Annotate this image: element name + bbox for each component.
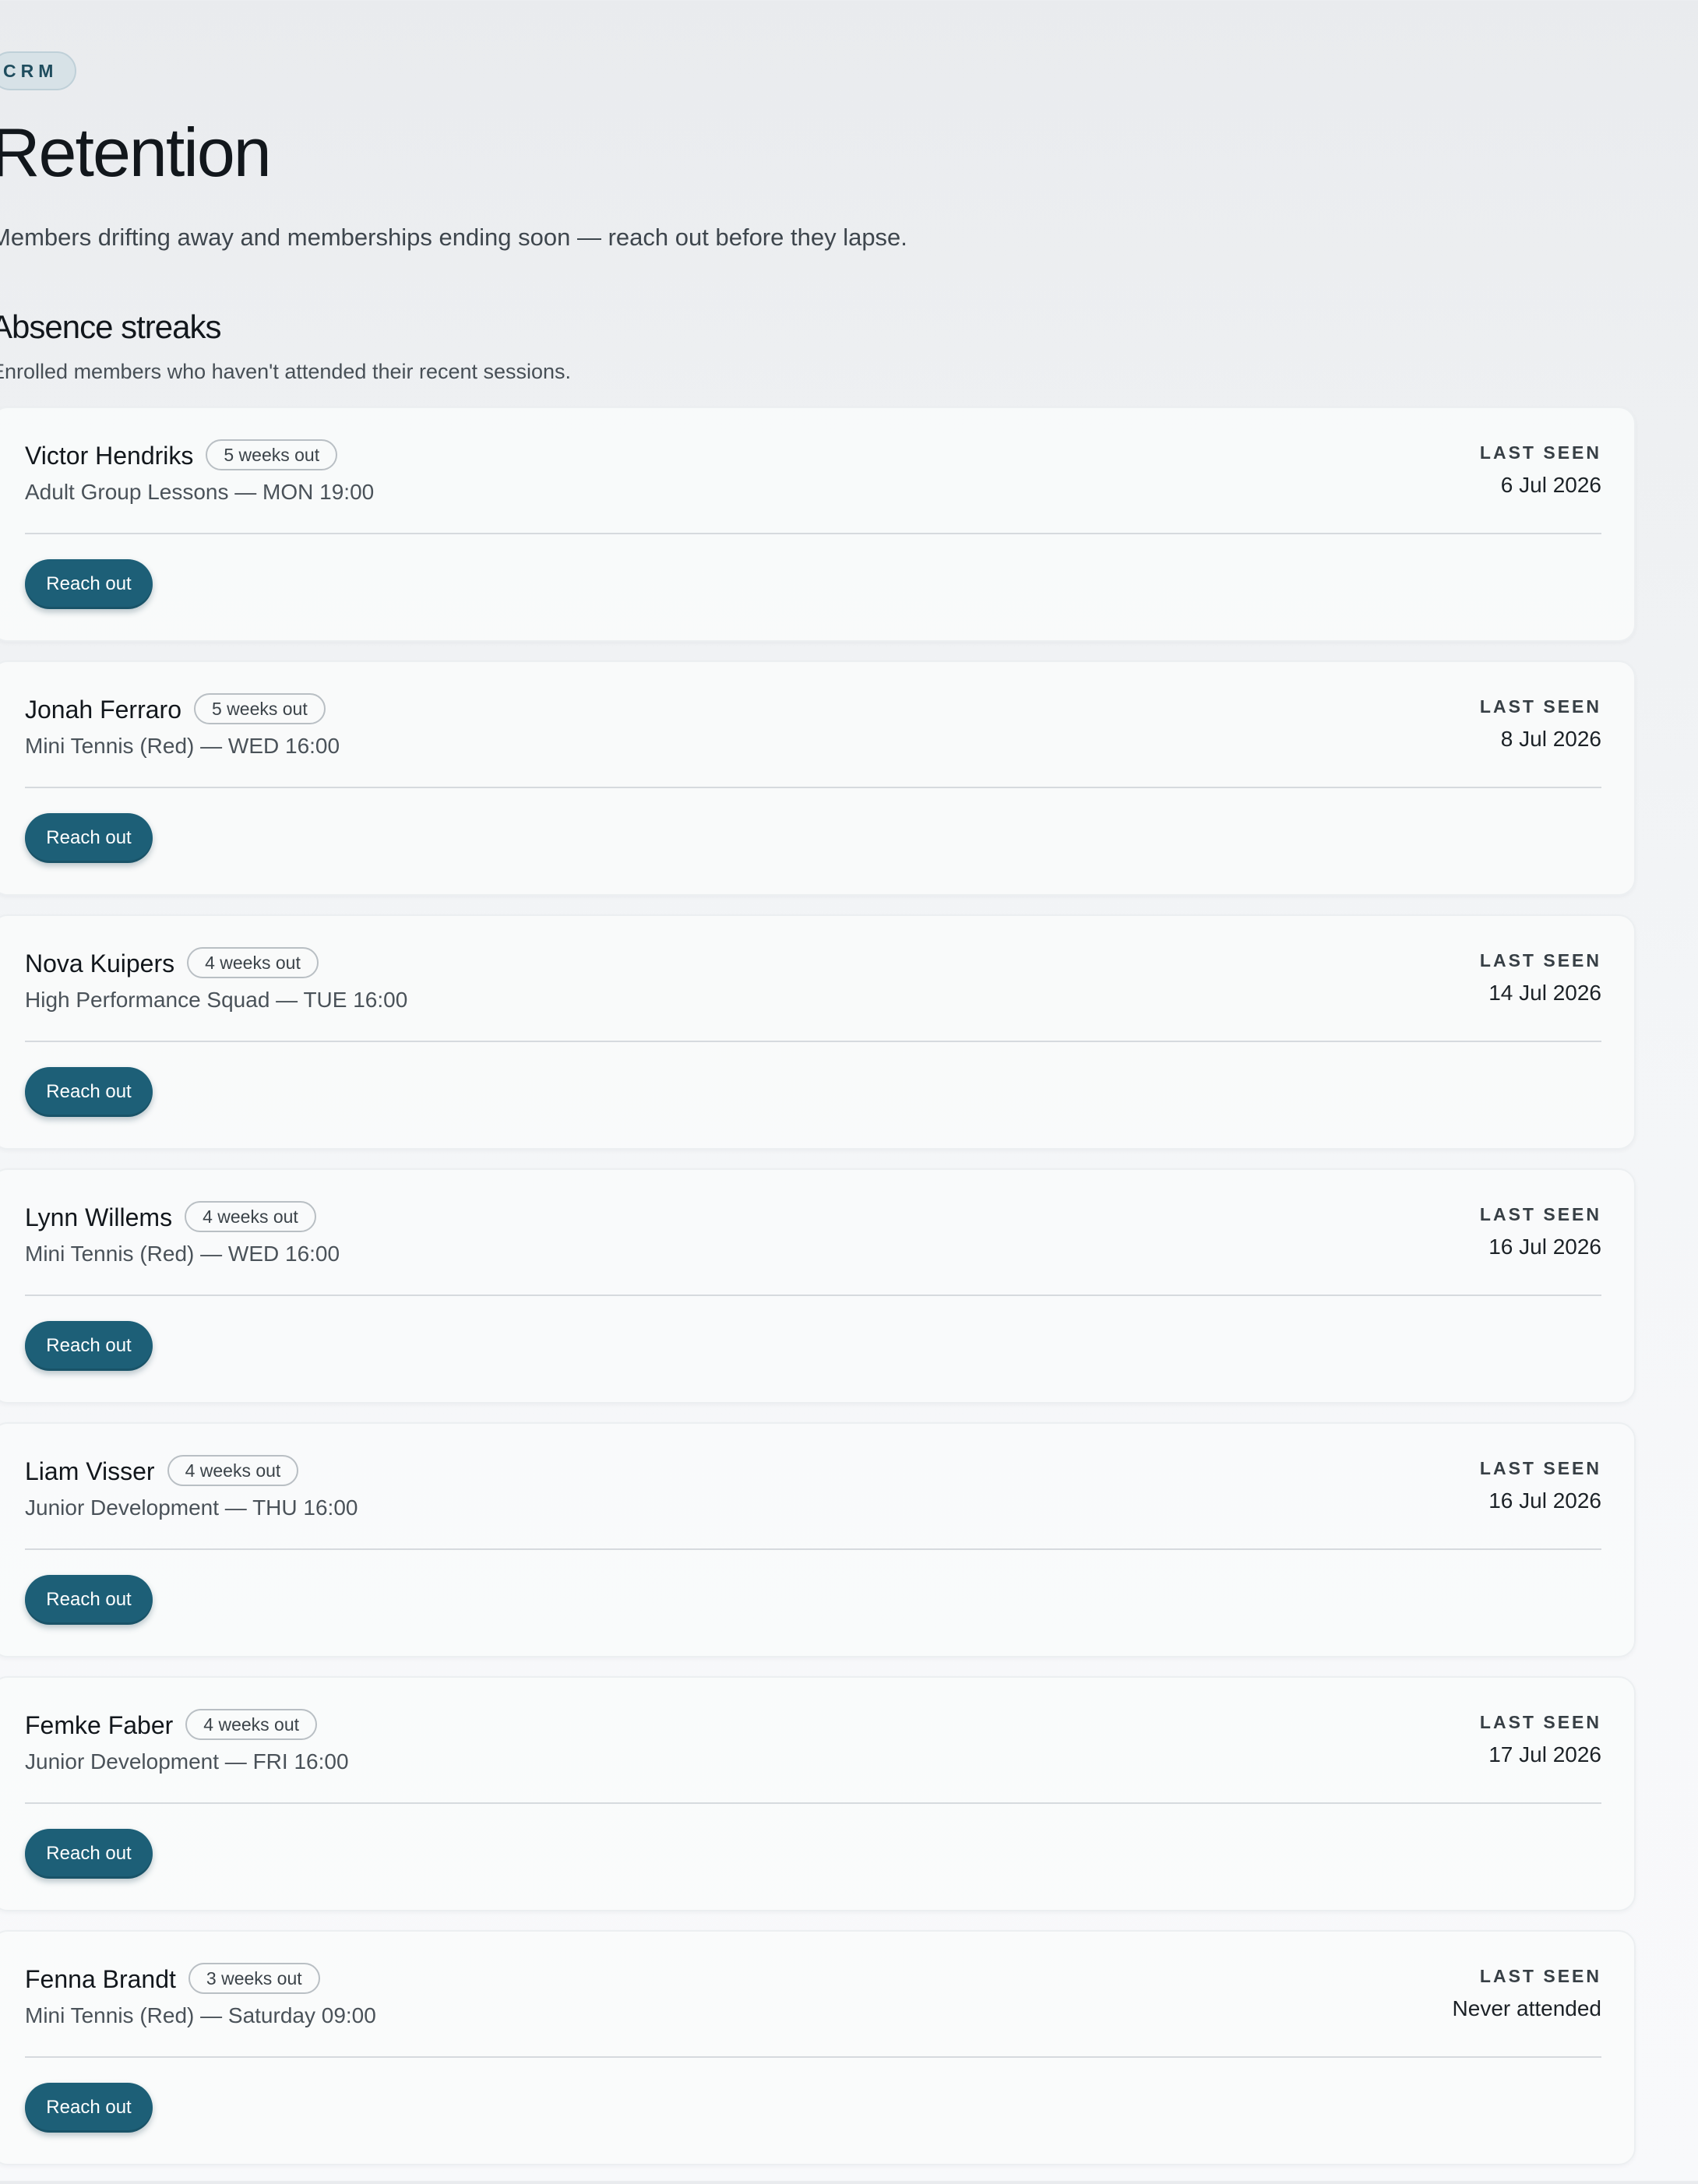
weeks-out-badge: 5 weeks out xyxy=(193,693,326,724)
last-seen-label: LAST SEEN xyxy=(1479,442,1601,463)
last-seen-date: 8 Jul 2026 xyxy=(1500,727,1601,751)
absence-streak-list: Victor Hendriks 5 weeks out Adult Group L… xyxy=(0,407,1636,2184)
last-seen: LAST SEEN 17 Jul 2026 xyxy=(1480,1712,1601,1767)
member-card: Jonah Ferraro 5 weeks out Mini Tennis (Re… xyxy=(0,660,1636,896)
weeks-out-badge: 4 weeks out xyxy=(185,1709,318,1740)
member-card: Nova Kuipers 4 weeks out High Performance… xyxy=(0,914,1636,1150)
page-subtitle: Members drifting away and memberships en… xyxy=(0,224,907,251)
reach-out-button[interactable]: Reach out xyxy=(25,2083,153,2133)
member-name: Victor Hendriks xyxy=(25,442,194,470)
member-name: Liam Visser xyxy=(25,1457,155,1485)
last-seen-date: 16 Jul 2026 xyxy=(1488,1235,1601,1259)
member-session: Junior Development — FRI 16:00 xyxy=(25,1749,349,1774)
reach-out-button[interactable]: Reach out xyxy=(25,1575,153,1625)
card-divider xyxy=(25,1041,1601,1042)
member-card: Lynn Willems 4 weeks out Mini Tennis (Red… xyxy=(0,1168,1636,1404)
last-seen-date: Never attended xyxy=(1452,1996,1601,2020)
last-seen-label: LAST SEEN xyxy=(1479,1966,1601,1986)
member-session: Mini Tennis (Red) — WED 16:00 xyxy=(25,734,340,758)
last-seen-label: LAST SEEN xyxy=(1479,1204,1601,1224)
member-session: Mini Tennis (Red) — Saturday 09:00 xyxy=(25,2003,376,2027)
card-divider xyxy=(25,1548,1601,1550)
member-card: Fenna Brandt 3 weeks out Mini Tennis (Red… xyxy=(0,1930,1636,2165)
section-description: Enrolled members who haven't attended th… xyxy=(0,360,572,383)
member-name: Jonah Ferraro xyxy=(25,696,181,724)
last-seen-label: LAST SEEN xyxy=(1479,1458,1601,1478)
last-seen-label: LAST SEEN xyxy=(1479,1712,1601,1732)
weeks-out-badge: 4 weeks out xyxy=(185,1201,316,1232)
last-seen: LAST SEEN 16 Jul 2026 xyxy=(1480,1204,1601,1259)
last-seen: LAST SEEN 16 Jul 2026 xyxy=(1480,1458,1601,1513)
member-session: Junior Development — THU 16:00 xyxy=(25,1495,358,1520)
reach-out-button[interactable]: Reach out xyxy=(25,1067,153,1117)
weeks-out-badge: 5 weeks out xyxy=(206,439,338,470)
member-card: Liam Visser 4 weeks out Junior Developmen… xyxy=(0,1422,1636,1657)
last-seen-date: 17 Jul 2026 xyxy=(1488,1742,1601,1767)
reach-out-button[interactable]: Reach out xyxy=(25,559,153,609)
card-divider xyxy=(25,533,1601,534)
section-title: Absence streaks xyxy=(0,308,221,345)
last-seen-date: 6 Jul 2026 xyxy=(1500,473,1601,497)
weeks-out-badge: 3 weeks out xyxy=(188,1963,320,1994)
card-divider xyxy=(25,787,1601,788)
last-seen-date: 16 Jul 2026 xyxy=(1488,1488,1601,1513)
card-divider xyxy=(25,1295,1601,1296)
page-title: Retention xyxy=(0,114,272,191)
last-seen-label: LAST SEEN xyxy=(1479,950,1601,970)
last-seen-label: LAST SEEN xyxy=(1479,696,1601,717)
crm-badge: CRM xyxy=(0,51,77,90)
member-session: High Performance Squad — TUE 16:00 xyxy=(25,988,408,1012)
card-divider xyxy=(25,1802,1601,1804)
member-card: Femke Faber 4 weeks out Junior Developmen… xyxy=(0,1676,1636,1911)
last-seen: LAST SEEN 8 Jul 2026 xyxy=(1480,696,1601,752)
card-divider xyxy=(25,2056,1601,2058)
reach-out-button[interactable]: Reach out xyxy=(25,813,153,863)
weeks-out-badge: 4 weeks out xyxy=(167,1455,299,1486)
last-seen: LAST SEEN 14 Jul 2026 xyxy=(1480,950,1601,1006)
member-card: Victor Hendriks 5 weeks out Adult Group L… xyxy=(0,407,1636,642)
member-name: Nova Kuipers xyxy=(25,949,175,978)
weeks-out-badge: 4 weeks out xyxy=(187,947,319,978)
member-name: Fenna Brandt xyxy=(25,1965,176,1993)
member-name: Lynn Willems xyxy=(25,1203,173,1231)
reach-out-button[interactable]: Reach out xyxy=(25,1829,153,1879)
last-seen: LAST SEEN 6 Jul 2026 xyxy=(1480,442,1601,498)
reach-out-button[interactable]: Reach out xyxy=(25,1321,153,1371)
member-name: Femke Faber xyxy=(25,1711,174,1739)
member-session: Adult Group Lessons — MON 19:00 xyxy=(25,480,375,504)
last-seen-date: 14 Jul 2026 xyxy=(1488,981,1601,1005)
last-seen: LAST SEEN Never attended xyxy=(1453,1966,1601,2021)
member-session: Mini Tennis (Red) — WED 16:00 xyxy=(25,1242,340,1266)
